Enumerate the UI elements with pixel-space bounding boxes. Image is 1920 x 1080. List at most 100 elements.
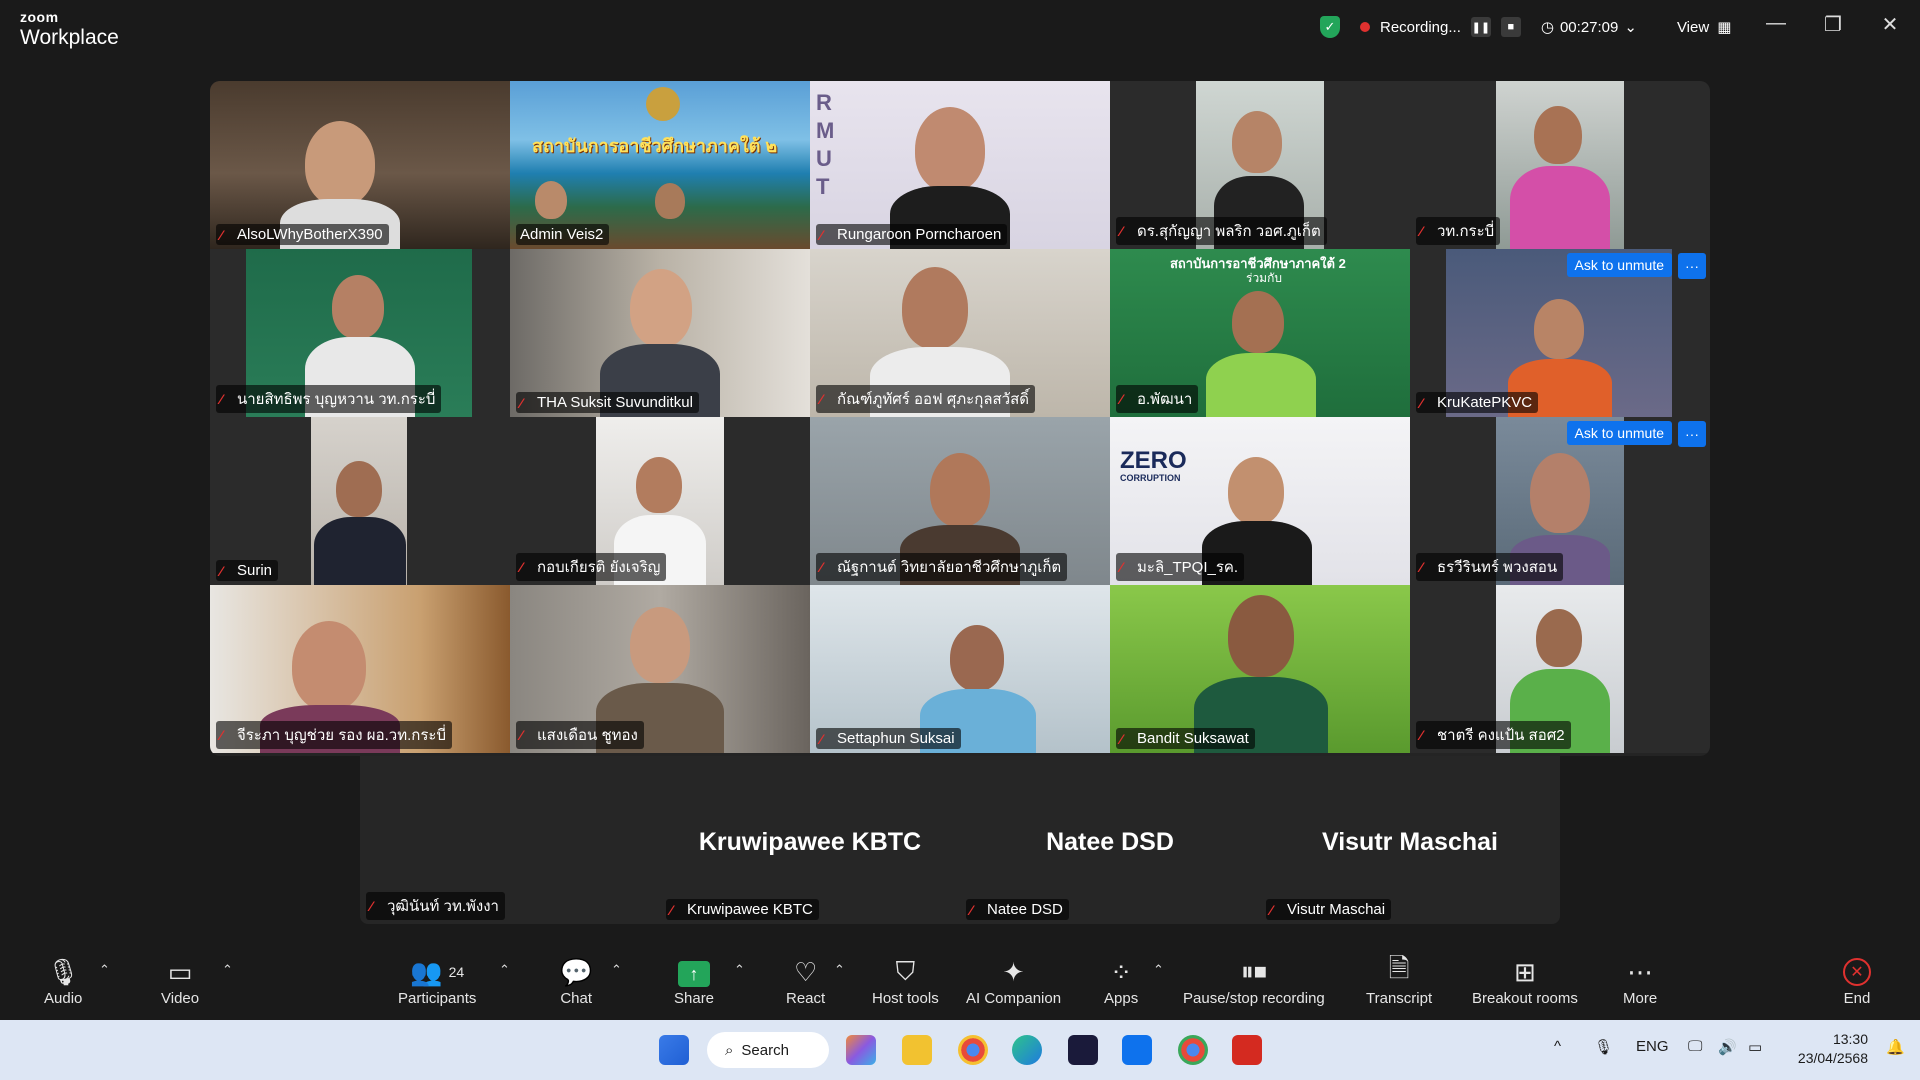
network-icon[interactable]: 🖵 — [1688, 1038, 1702, 1055]
volume-icon[interactable]: 🔊 — [1718, 1038, 1737, 1056]
meeting-timer[interactable]: ◷ 00:27:09 ⌄ — [1541, 18, 1637, 37]
copilot-icon[interactable] — [846, 1035, 876, 1065]
video-tile[interactable]: ⁄ แสงเดือน ชูทอง — [510, 585, 810, 753]
participant-name: แสงเดือน ชูทอง — [537, 727, 638, 744]
webex-icon[interactable] — [1068, 1035, 1098, 1065]
video-tile-active-speaker[interactable]: สถาบันการอาชีวศึกษาภาคใต้ ๒ Admin Veis2 — [510, 81, 810, 249]
more-button[interactable]: ⋯ More — [1623, 954, 1658, 1008]
taskbar-clock[interactable]: 13:30 23/04/2568 — [1798, 1030, 1868, 1068]
notifications-icon[interactable]: 🔔 — [1886, 1038, 1905, 1056]
encryption-shield-icon[interactable]: ✓ — [1320, 16, 1340, 38]
video-tile[interactable]: Ask to unmute ··· ⁄ KruKatePKVC — [1410, 249, 1710, 417]
more-options-button[interactable]: ··· — [1678, 253, 1706, 279]
audio-options-caret[interactable]: ⌃ — [99, 962, 110, 978]
audio-tile[interactable]: Kruwipawee KBTC ⁄ Kruwipawee KBTC — [660, 756, 960, 924]
video-tile[interactable]: ⁄ กอบเกียรติ ยังเจริญ — [510, 417, 810, 585]
video-tile[interactable]: ⁄ วท.กระบี่ — [1410, 81, 1710, 249]
host-tools-button[interactable]: ⛉ Host tools — [872, 954, 939, 1007]
acrobat-icon[interactable] — [1232, 1035, 1262, 1065]
muted-mic-icon: ⁄ — [1270, 901, 1273, 918]
host-tools-label: Host tools — [872, 990, 939, 1007]
video-button[interactable]: ▭ Video — [161, 954, 199, 1008]
heart-icon: ♡ — [793, 956, 818, 987]
breakout-rooms-icon: ⊞ — [1514, 956, 1536, 987]
audio-tile[interactable]: Visutr Maschai ⁄ Visutr Maschai — [1260, 756, 1560, 924]
audio-tile[interactable]: Natee DSD ⁄ Natee DSD — [960, 756, 1260, 924]
close-icon[interactable]: ✕ — [1870, 12, 1910, 37]
audio-button[interactable]: 🎙 Audio — [44, 954, 82, 1008]
participant-name: มะลิ_TPQI_รค. — [1137, 559, 1239, 576]
video-tile[interactable]: ⁄ Bandit Suksawat — [1110, 585, 1410, 753]
participant-name: ธรวีรินทร์ พวงสอน — [1437, 559, 1558, 576]
video-options-caret[interactable]: ⌃ — [222, 962, 233, 978]
chat-button[interactable]: 💬 Chat — [560, 954, 592, 1008]
participant-name: Surin — [237, 562, 273, 579]
ai-companion-button[interactable]: ✦ AI Companion — [966, 954, 1061, 1008]
breakout-rooms-button[interactable]: ⊞ Breakout rooms — [1472, 954, 1578, 1008]
video-tile[interactable]: ⁄ นายสิทธิพร บุญหวาน วท.กระบี่ — [210, 249, 510, 417]
video-tile[interactable]: ⁄ Surin — [210, 417, 510, 585]
taskbar-search[interactable]: ⌕ Search — [707, 1032, 829, 1068]
video-tile[interactable]: สถาบันการอาชีวศึกษาภาคใต้ 2 ร่วมกับ ⁄ อ.พ… — [1110, 249, 1410, 417]
muted-mic-icon: ⁄ — [820, 391, 823, 407]
chat-options-caret[interactable]: ⌃ — [611, 962, 622, 978]
restore-icon[interactable]: ❐ — [1813, 12, 1853, 37]
apps-label: Apps — [1104, 990, 1139, 1007]
participant-name-tag: ⁄ นายสิทธิพร บุญหวาน วท.กระบี่ — [216, 385, 442, 413]
video-tile[interactable]: ZERO CORRUPTION ⁄ มะลิ_TPQI_รค. — [1110, 417, 1410, 585]
participant-name-tag: ⁄ ณัฐกานต์ วิทยาลัยอาชีวศึกษาภูเก็ต — [816, 553, 1068, 581]
edge-icon[interactable] — [1012, 1035, 1042, 1065]
participant-name-tag: ⁄ Surin — [216, 560, 279, 581]
windows-start-icon[interactable] — [659, 1035, 689, 1065]
share-options-caret[interactable]: ⌃ — [734, 962, 745, 978]
muted-mic-icon: ⁄ — [970, 901, 973, 918]
chrome-icon[interactable] — [958, 1035, 988, 1065]
brand-bottom: Workplace — [20, 26, 119, 49]
share-button[interactable]: ↑ Share — [674, 954, 714, 1007]
transcript-button[interactable]: 🗎 Transcript — [1366, 953, 1432, 1007]
participant-name: Rungaroon Porncharoen — [837, 226, 1002, 243]
end-meeting-button[interactable]: ✕ End — [1843, 954, 1871, 1007]
participant-name: กัณฑ์ภูทัศร์ ออฟ ศุภะกุลสวัสดิ์ — [837, 391, 1029, 408]
more-options-button[interactable]: ··· — [1678, 421, 1706, 447]
video-tile[interactable]: ⁄ จีระภา บุญช่วย รอง ผอ.วท.กระบี่ — [210, 585, 510, 753]
minimize-icon[interactable]: — — [1756, 12, 1796, 35]
clock-time: 13:30 — [1832, 1031, 1868, 1047]
participants-options-caret[interactable]: ⌃ — [499, 962, 510, 978]
file-explorer-icon[interactable] — [902, 1035, 932, 1065]
video-tile[interactable]: ⁄ กัณฑ์ภูทัศร์ ออฟ ศุภะกุลสวัสดิ์ — [810, 249, 1110, 417]
video-tile[interactable]: ⁄ Settaphun Suksai — [810, 585, 1110, 753]
apps-options-caret[interactable]: ⌃ — [1153, 962, 1164, 978]
participants-icon: 👥 24 — [410, 956, 465, 987]
video-tile[interactable]: R M U T ⁄ Rungaroon Porncharoen — [810, 81, 1110, 249]
participant-name: จีระภา บุญช่วย รอง ผอ.วท.กระบี่ — [237, 727, 446, 744]
video-tile[interactable]: ⁄ ชาตรี คงแป้น สอศ2 — [1410, 585, 1710, 753]
react-options-caret[interactable]: ⌃ — [834, 962, 845, 978]
meeting-toolbar: 🎙 Audio ⌃ ▭ Video ⌃ 👥 24 Participants ⌃ 💬… — [0, 946, 1920, 1020]
apps-button[interactable]: ⁘ Apps — [1104, 954, 1139, 1008]
ask-to-unmute-button[interactable]: Ask to unmute — [1566, 253, 1672, 277]
pause-recording-icon[interactable]: ❚❚ — [1470, 17, 1491, 37]
pause-stop-recording-button[interactable]: ⏸⏹ Pause/stop recording — [1183, 954, 1325, 1007]
video-tile[interactable]: ⁄ ดร.สุกัญญา พลริก วอศ.ภูเก็ต — [1110, 81, 1410, 249]
video-camera-icon: ▭ — [167, 956, 193, 987]
view-button[interactable]: View ▦ — [1677, 18, 1731, 37]
video-tile[interactable]: ⁄ THA Suksit Suvunditkul — [510, 249, 810, 417]
video-tile[interactable]: ⁄ ณัฐกานต์ วิทยาลัยอาชีวศึกษาภูเก็ต — [810, 417, 1110, 585]
more-label: More — [1623, 990, 1658, 1007]
react-button[interactable]: ♡ React — [786, 954, 825, 1008]
participants-button[interactable]: 👥 24 Participants — [398, 954, 476, 1008]
participant-face — [1232, 291, 1284, 353]
video-tile[interactable]: ⁄ AlsoLWhyBotherX390 — [210, 81, 510, 249]
chevron-up-icon[interactable]: ^ — [1554, 1038, 1561, 1055]
participant-face — [1228, 457, 1284, 525]
audio-tile[interactable]: ⁄ วุฒินันท์ วท.พังงา — [360, 756, 660, 924]
language-indicator[interactable]: ENG — [1636, 1038, 1669, 1055]
chrome-profile-icon[interactable] — [1178, 1035, 1208, 1065]
battery-icon[interactable]: ▭ — [1748, 1038, 1762, 1056]
stop-recording-icon[interactable]: ■ — [1500, 17, 1521, 37]
ask-to-unmute-button[interactable]: Ask to unmute — [1566, 421, 1672, 445]
microphone-tray-icon[interactable]: 🎙 — [1594, 1038, 1613, 1056]
zoom-taskbar-icon[interactable] — [1122, 1035, 1152, 1065]
video-tile[interactable]: Ask to unmute ··· ⁄ ธรวีรินทร์ พวงสอน — [1410, 417, 1710, 585]
